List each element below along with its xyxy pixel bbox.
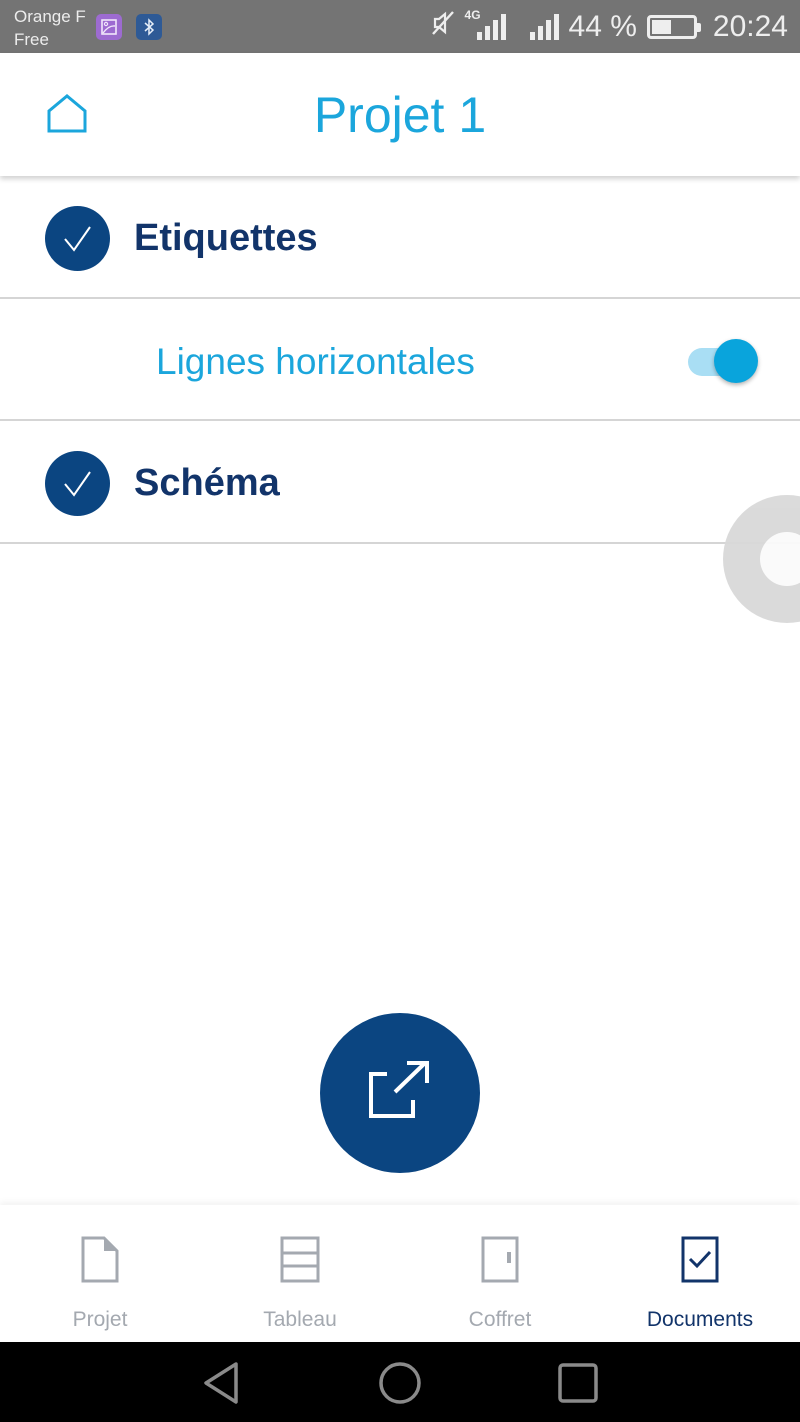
check-circle-icon[interactable] <box>45 451 110 516</box>
battery-icon <box>646 14 701 39</box>
carrier-line-1: Orange F <box>14 7 86 26</box>
screen: Orange F Free 4G 44 % 20:24 Projet 1 Eti… <box>0 0 800 1422</box>
list-item-etiquettes[interactable]: Etiquettes <box>0 177 800 299</box>
battery-fill <box>651 19 672 34</box>
list-item-label: Schéma <box>134 462 280 504</box>
gallery-icon <box>96 14 122 40</box>
signal-4g-icon: 4G <box>465 8 506 40</box>
table-icon <box>280 1236 320 1283</box>
tab-label: Coffret <box>468 1308 532 1331</box>
clock: 20:24 <box>712 9 788 43</box>
home-circle-icon[interactable] <box>377 1360 423 1406</box>
tab-label: Projet <box>72 1308 128 1331</box>
toggle-thumb[interactable] <box>714 339 758 383</box>
battery-percent: 44 % <box>568 9 637 43</box>
list-item-lignes-horizontales: Lignes horizontales <box>0 299 800 421</box>
mute-icon <box>429 9 457 45</box>
system-nav-bar <box>0 1342 800 1422</box>
tab-documents[interactable]: Documents <box>600 1205 800 1342</box>
back-icon[interactable] <box>198 1360 244 1406</box>
recents-icon[interactable] <box>555 1360 601 1406</box>
page-title: Projet 1 <box>313 87 487 143</box>
signal-icon <box>529 13 559 40</box>
open-external-icon <box>369 1061 429 1118</box>
tab-coffret[interactable]: Coffret <box>400 1205 600 1342</box>
app-header: Projet 1 <box>0 53 800 176</box>
open-external-button[interactable] <box>320 1013 480 1173</box>
cabinet-icon <box>481 1236 519 1283</box>
list-item-label: Lignes horizontales <box>156 341 475 382</box>
status-right-group: 4G 44 % 20:24 <box>429 0 788 53</box>
document-icon <box>81 1236 119 1283</box>
bottom-nav: Projet Tableau Coffret Documents <box>0 1205 800 1342</box>
tab-tableau[interactable]: Tableau <box>200 1205 400 1342</box>
bluetooth-icon <box>136 14 162 40</box>
network-type-label: 4G <box>464 7 481 22</box>
tab-label: Documents <box>646 1308 754 1331</box>
tab-projet[interactable]: Projet <box>0 1205 200 1342</box>
status-bar: Orange F Free 4G 44 % 20:24 <box>0 0 800 53</box>
list-item-schema[interactable]: Schéma <box>0 422 800 544</box>
lignes-horizontales-toggle[interactable] <box>688 339 760 383</box>
checked-document-icon <box>681 1236 719 1283</box>
tab-label: Tableau <box>263 1308 337 1331</box>
list-item-label: Etiquettes <box>134 217 318 259</box>
carrier-name: Orange F Free <box>14 5 86 51</box>
carrier-line-2: Free <box>14 30 49 49</box>
check-circle-icon[interactable] <box>45 206 110 271</box>
